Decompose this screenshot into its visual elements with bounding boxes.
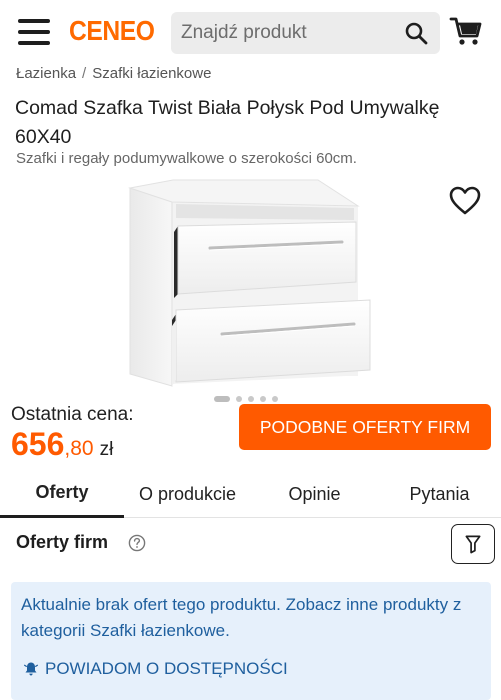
tab-opinie[interactable]: Opinie bbox=[251, 470, 378, 518]
no-offers-info-box: Aktualnie brak ofert tego produktu. Zoba… bbox=[11, 582, 491, 700]
price-integer: 656 bbox=[11, 426, 65, 462]
product-subtitle: Szafki i regały podumywalkowe o szerokoś… bbox=[16, 150, 357, 167]
offers-heading: Oferty firm bbox=[16, 532, 109, 552]
breadcrumb: Łazienka / Szafki łazienkowe bbox=[16, 65, 211, 82]
breadcrumb-item-szafki[interactable]: Szafki łazienkowe bbox=[92, 65, 211, 82]
gallery-dot[interactable] bbox=[272, 396, 278, 402]
search-bar[interactable] bbox=[171, 12, 440, 54]
product-image[interactable] bbox=[118, 176, 380, 396]
gallery-dot-active[interactable] bbox=[214, 396, 230, 402]
gallery-dot[interactable] bbox=[260, 396, 266, 402]
gallery-dot[interactable] bbox=[236, 396, 242, 402]
breadcrumb-item-lazienka[interactable]: Łazienka bbox=[16, 65, 76, 82]
breadcrumb-separator: / bbox=[82, 65, 87, 82]
top-header: CENEO bbox=[0, 0, 501, 64]
favorite-heart-icon[interactable] bbox=[449, 186, 481, 216]
search-icon[interactable] bbox=[404, 21, 428, 45]
no-offers-message: Aktualnie brak ofert tego produktu. Zoba… bbox=[21, 595, 462, 640]
ceneo-logo[interactable]: CENEO bbox=[69, 15, 155, 47]
price-value: 656,80 zł bbox=[11, 426, 113, 463]
menu-icon[interactable] bbox=[18, 19, 50, 45]
search-input[interactable] bbox=[181, 12, 391, 54]
notify-availability-label: POWIADOM O DOSTĘPNOŚCI bbox=[45, 659, 288, 678]
tab-o-produkcie[interactable]: O produkcie bbox=[124, 470, 251, 518]
help-icon[interactable] bbox=[128, 534, 146, 552]
filter-funnel-icon bbox=[465, 535, 481, 554]
cart-icon[interactable] bbox=[449, 15, 483, 47]
price-fraction: ,80 bbox=[64, 437, 94, 460]
bell-icon bbox=[24, 662, 38, 676]
notify-availability-link[interactable]: POWIADOM O DOSTĘPNOŚCI bbox=[23, 656, 288, 682]
gallery-dot[interactable] bbox=[248, 396, 254, 402]
last-price-label: Ostatnia cena: bbox=[11, 404, 134, 425]
price-currency: zł bbox=[99, 439, 114, 460]
product-title: Comad Szafka Twist Biała Połysk Pod Umyw… bbox=[15, 97, 440, 148]
tab-oferty[interactable]: Oferty bbox=[0, 470, 124, 518]
product-tabs: Oferty O produkcie Opinie Pytania bbox=[0, 470, 501, 518]
tab-pytania[interactable]: Pytania bbox=[378, 470, 501, 518]
similar-offers-button[interactable]: PODOBNE OFERTY FIRM bbox=[239, 404, 491, 450]
filter-button[interactable] bbox=[451, 524, 495, 564]
